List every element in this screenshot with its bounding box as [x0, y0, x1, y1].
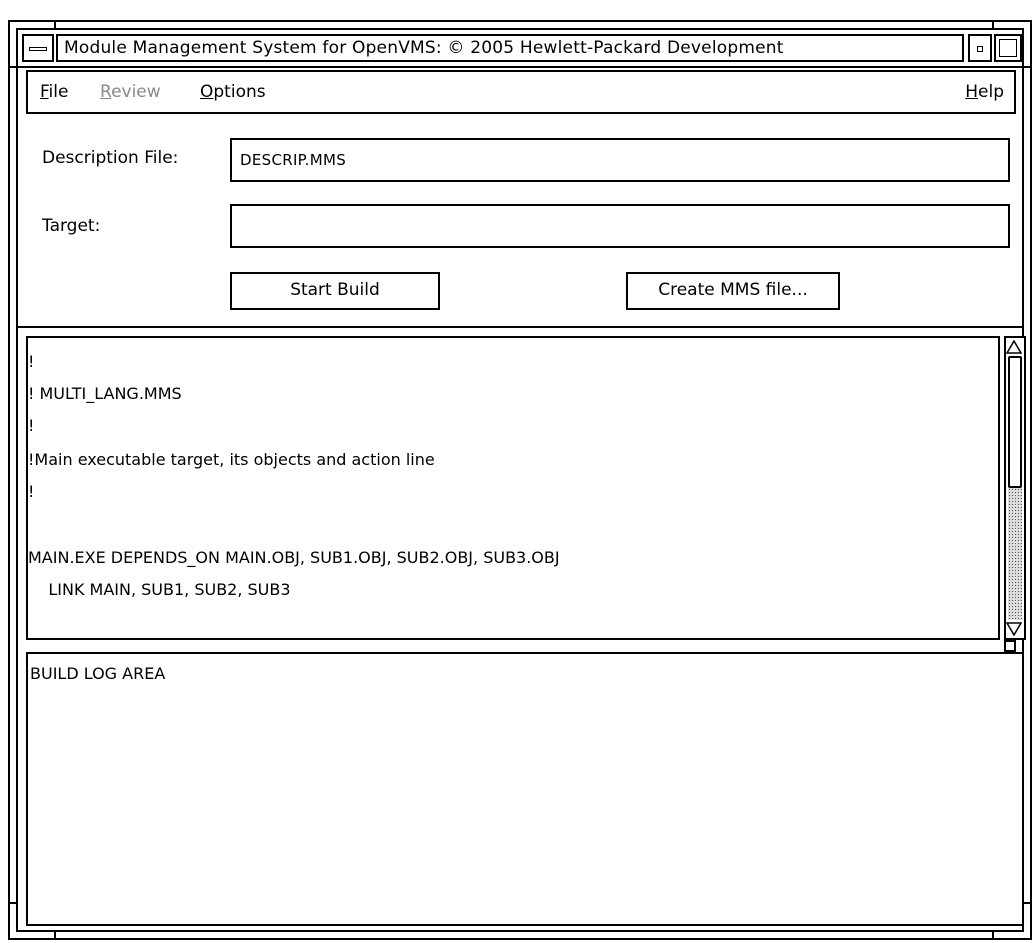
- scrollbar-thumb[interactable]: [1008, 356, 1022, 488]
- frame-resize-tick[interactable]: [54, 930, 56, 940]
- maximize-icon: [999, 39, 1017, 57]
- build-log-area[interactable]: BUILD LOG AREA: [26, 652, 1024, 926]
- menu-file[interactable]: File: [40, 80, 68, 104]
- frame-resize-tick[interactable]: [8, 902, 18, 904]
- window-title[interactable]: Module Management System for OpenVMS: © …: [56, 34, 964, 62]
- menu-options-label: ptions: [213, 82, 266, 102]
- text-line: !: [28, 482, 35, 501]
- frame-resize-tick[interactable]: [54, 20, 56, 30]
- text-line: MAIN.EXE DEPENDS_ON MAIN.OBJ, SUB1.OBJ, …: [28, 548, 560, 567]
- triangle-up-icon[interactable]: [1006, 340, 1022, 354]
- menu-help-mnemonic: H: [965, 82, 979, 102]
- pane-sash[interactable]: [1004, 640, 1016, 652]
- minimize-icon: [977, 46, 983, 52]
- window-menu-button[interactable]: [22, 34, 54, 62]
- menu-review-label: eview: [111, 82, 161, 102]
- window-menu-icon: [29, 47, 47, 51]
- text-line: ! MULTI_LANG.MMS: [28, 384, 182, 403]
- scrollbar-track[interactable]: [1008, 488, 1022, 620]
- menu-file-label: ile: [48, 82, 69, 102]
- menu-help-label: elp: [978, 82, 1004, 102]
- target-input[interactable]: [230, 204, 1010, 248]
- frame-resize-tick[interactable]: [992, 930, 994, 940]
- description-file-text-area[interactable]: ! ! MULTI_LANG.MMS ! !Main executable ta…: [26, 336, 1000, 640]
- text-line: !Main executable target, its objects and…: [28, 450, 435, 469]
- text-line: LINK MAIN, SUB1, SUB2, SUB3: [28, 580, 291, 599]
- menu-file-mnemonic: F: [40, 82, 49, 102]
- form-separator: [16, 326, 1024, 328]
- menu-options-mnemonic: O: [200, 82, 214, 102]
- description-file-input[interactable]: [230, 138, 1010, 182]
- text-line: !: [28, 416, 35, 435]
- minimize-button[interactable]: [968, 34, 992, 62]
- menu-bar: File Review Options Help: [26, 70, 1016, 114]
- menu-review-mnemonic: R: [100, 82, 112, 102]
- target-label: Target:: [42, 216, 101, 236]
- frame-resize-tick[interactable]: [992, 20, 994, 30]
- description-file-label: Description File:: [42, 148, 179, 168]
- menu-help[interactable]: Help: [965, 80, 1004, 104]
- menu-review[interactable]: Review: [100, 80, 161, 104]
- text-line: !: [28, 352, 35, 371]
- maximize-button[interactable]: [994, 34, 1022, 62]
- menu-options[interactable]: Options: [200, 80, 266, 104]
- titlebar-divider: [16, 66, 1024, 68]
- create-mms-file-button[interactable]: Create MMS file...: [626, 272, 840, 310]
- start-build-button[interactable]: Start Build: [230, 272, 440, 310]
- build-log-text: BUILD LOG AREA: [30, 664, 166, 683]
- triangle-down-icon[interactable]: [1006, 622, 1022, 636]
